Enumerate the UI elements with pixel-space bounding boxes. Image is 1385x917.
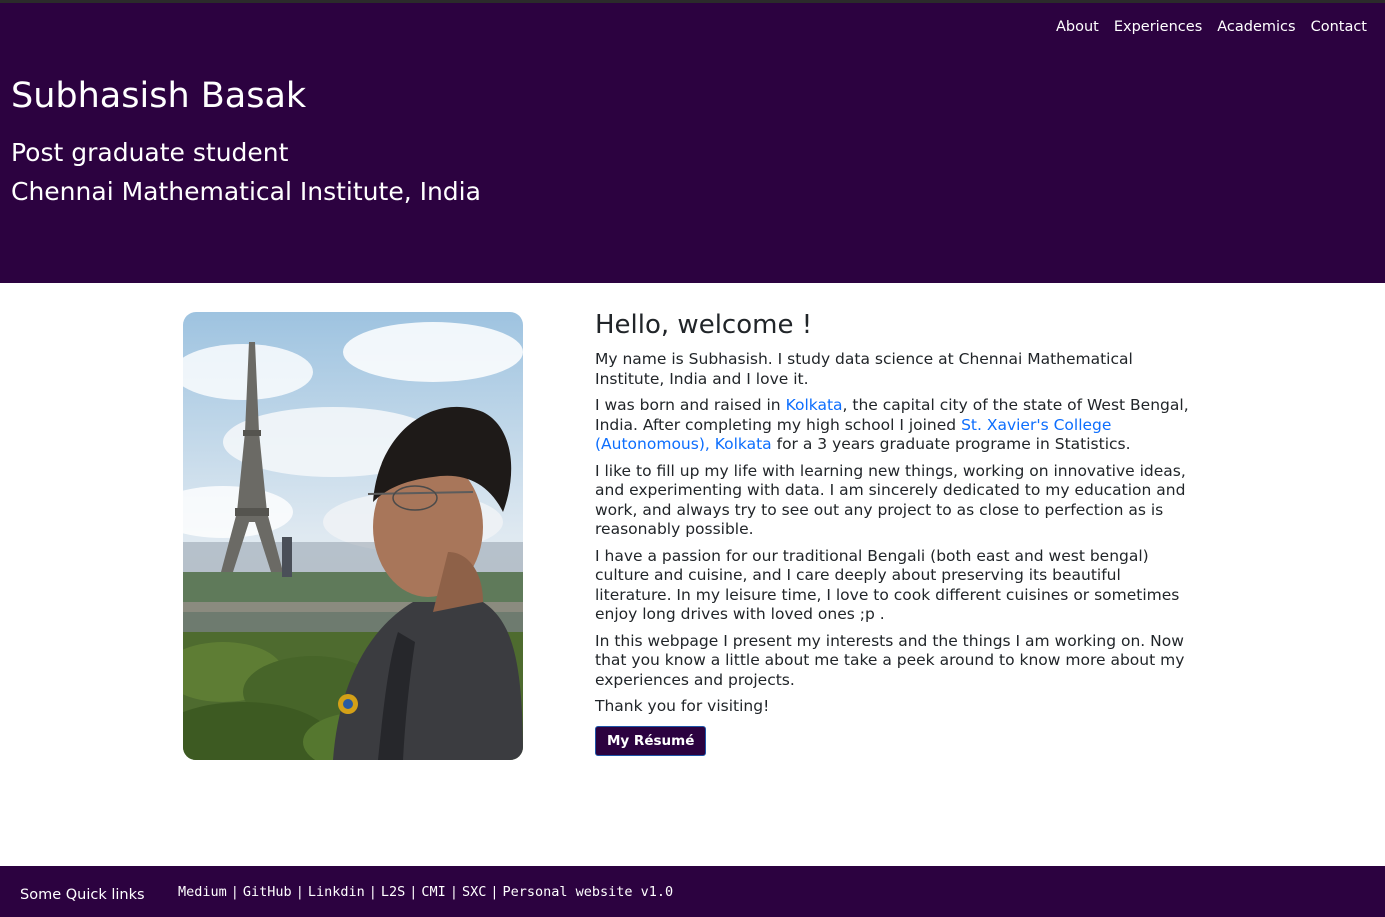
institute-text: Chennai Mathematical Institute, India — [11, 177, 481, 206]
culture-paragraph: I have a passion for our traditional Ben… — [595, 546, 1180, 624]
version-text: Personal website v1.0 — [502, 884, 674, 900]
link-cmi[interactable]: CMI — [421, 884, 445, 900]
webpage-paragraph: In this webpage I present my interests a… — [595, 631, 1185, 689]
background-text-3: for a 3 years graduate programe in Stati… — [771, 435, 1131, 453]
nav-about[interactable]: About — [1056, 19, 1099, 35]
nav-experiences[interactable]: Experiences — [1114, 19, 1202, 35]
interests-paragraph: I like to fill up my life with learning … — [595, 461, 1186, 539]
separator: | — [449, 884, 458, 900]
site-footer: Some Quick links Medium | GitHub | Linkdin | L… — [0, 866, 1385, 917]
background-text-1: I was born and raised in — [595, 396, 786, 414]
intro-paragraph: My name is Subhasish. I study data scien… — [595, 350, 1133, 388]
link-medium[interactable]: Medium — [178, 884, 227, 900]
about-section: Hello, welcome ! My name is Subhasish. I… — [595, 310, 1195, 756]
link-github[interactable]: GitHub — [243, 884, 292, 900]
separator: | — [295, 884, 304, 900]
nav-contact[interactable]: Contact — [1311, 19, 1367, 35]
kolkata-link[interactable]: Kolkata — [786, 396, 843, 414]
link-sxc[interactable]: SXC — [462, 884, 486, 900]
separator: | — [230, 884, 239, 900]
separator: | — [368, 884, 377, 900]
profile-photo — [183, 312, 523, 760]
site-title: Subhasish Basak — [11, 76, 307, 116]
nav-academics[interactable]: Academics — [1217, 19, 1295, 35]
footer-title: Some Quick links — [20, 887, 145, 903]
link-linkedin[interactable]: Linkdin — [308, 884, 365, 900]
background-paragraph: I was born and raised in Kolkata, the ca… — [595, 396, 1195, 455]
site-header: About Experiences Academics Contact Subh… — [0, 3, 1385, 283]
separator: | — [490, 884, 499, 900]
thanks-paragraph: Thank you for visiting! — [595, 697, 770, 715]
welcome-heading: Hello, welcome ! — [595, 310, 813, 340]
resume-button[interactable]: My Résumé — [595, 725, 707, 756]
quick-links: Medium | GitHub | Linkdin | L2S | CMI | SXC | Person… — [178, 884, 673, 900]
top-nav: About Experiences Academics Contact — [1056, 19, 1367, 35]
link-l2s[interactable]: L2S — [381, 884, 405, 900]
separator: | — [409, 884, 418, 900]
role-text: Post graduate student — [11, 138, 289, 167]
subtitle: Post graduate student Chennai Mathematic… — [11, 133, 481, 211]
